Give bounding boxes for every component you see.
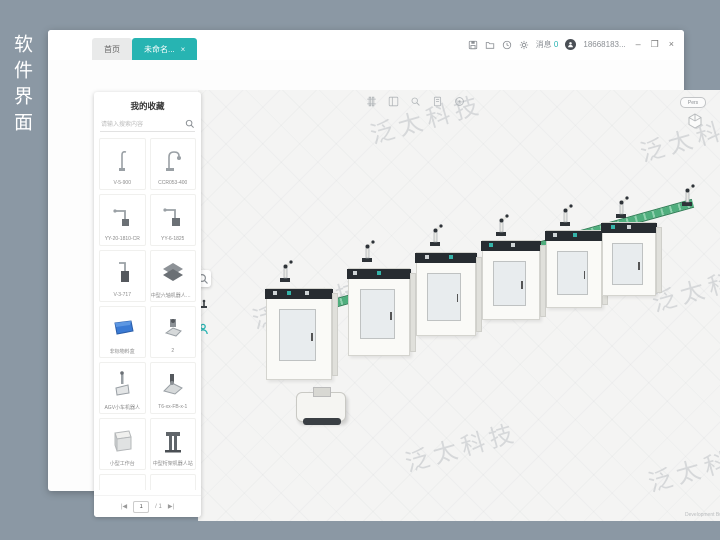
list-item[interactable]: CCR053-400: [150, 138, 197, 190]
user-avatar[interactable]: [565, 39, 576, 50]
part-thumb-icon: [160, 475, 186, 490]
list-item[interactable]: T6-xx-FB-x-1: [150, 362, 197, 414]
close-button[interactable]: ×: [669, 40, 674, 49]
viewport-3d[interactable]: 泛太科技 泛太科技 泛太科技 泛太科技 泛太科技 泛太科技 Pers: [198, 90, 720, 521]
search-icon[interactable]: [185, 119, 194, 128]
machine-station[interactable]: [602, 222, 656, 296]
save-icon[interactable]: [468, 40, 478, 50]
search-input[interactable]: 请输入搜索内容: [100, 117, 195, 132]
page-total-label: / 1: [155, 504, 162, 510]
panel-title: 我的收藏: [94, 92, 201, 117]
favorites-panel: 我的收藏 请输入搜索内容 V-5-900 CCR053-400 YY-20-18…: [94, 92, 201, 517]
favorites-grid: V-5-900 CCR053-400 YY-20-1810-CR YY-6-18…: [94, 138, 201, 490]
arm-vertical-thumb-icon: [111, 251, 133, 292]
material-bin-thumb-icon: [109, 307, 135, 348]
maximize-button[interactable]: ❐: [651, 40, 659, 49]
machine-station[interactable]: [546, 230, 602, 308]
last-page-button[interactable]: ▶|: [168, 503, 174, 510]
page-number-input[interactable]: [133, 501, 149, 513]
user-phone[interactable]: 18668183...: [583, 40, 625, 49]
robot-arm[interactable]: [676, 182, 700, 208]
list-item[interactable]: 2: [150, 306, 197, 358]
arm-l-thumb-icon: [161, 195, 185, 236]
first-page-button[interactable]: |◀: [121, 503, 127, 510]
base-plate-thumb-icon: [160, 251, 186, 292]
robot-arm[interactable]: [356, 238, 380, 264]
list-item[interactable]: AGV小车机器人: [99, 362, 146, 414]
dev-build-label: Development Build: [685, 512, 720, 518]
robot-arm[interactable]: [490, 212, 514, 238]
search-placeholder: 请输入搜索内容: [101, 119, 143, 128]
messages-count-badge: 0: [554, 40, 558, 49]
robot-arm[interactable]: [274, 258, 298, 284]
agv-thumb-icon: [111, 363, 133, 404]
messages-label[interactable]: 消息 0: [536, 39, 559, 50]
robot-hook-thumb-icon: [161, 139, 185, 180]
machine-station[interactable]: [266, 288, 332, 380]
tab-home[interactable]: 首页: [92, 38, 132, 60]
gantry-frame-thumb-icon: [161, 419, 185, 460]
list-item[interactable]: 小型工作台: [99, 418, 146, 470]
machine-station[interactable]: [416, 252, 476, 336]
app-window: 首页 未命名... × 消息 0 18668183... – ❐ × 泛太科技 …: [48, 30, 684, 491]
list-item[interactable]: 中型六轴机器人底座: [150, 250, 197, 302]
robot-arm[interactable]: [554, 202, 578, 228]
history-clock-icon[interactable]: [502, 40, 512, 50]
bracket-thumb-icon: [109, 475, 135, 490]
arm-l-thumb-icon: [110, 195, 134, 236]
titlebar-actions: 消息 0 18668183... – ❐ ×: [468, 39, 674, 50]
machine-station[interactable]: [348, 268, 410, 356]
machine-station[interactable]: [482, 240, 540, 320]
agv-robot[interactable]: [296, 392, 346, 422]
minimize-button[interactable]: –: [636, 40, 641, 49]
robot-arm[interactable]: [610, 194, 634, 220]
list-item[interactable]: YY-6-1825: [150, 194, 197, 246]
gear-icon[interactable]: [519, 40, 529, 50]
assembly-line-scene[interactable]: [198, 90, 720, 521]
gripper-machine-thumb-icon: [160, 307, 186, 348]
robot-arm[interactable]: [424, 222, 448, 248]
list-item[interactable]: 非标物料盒: [99, 306, 146, 358]
list-item[interactable]: V-5-900: [99, 138, 146, 190]
page-side-caption: 软件界面: [8, 34, 35, 138]
list-item[interactable]: 中型桁架机器人站: [150, 418, 197, 470]
workbench-thumb-icon: [109, 419, 135, 460]
tab-untitled[interactable]: 未命名... ×: [132, 38, 197, 60]
list-item[interactable]: V-3-717: [99, 250, 146, 302]
clamp-thumb-icon: [160, 363, 186, 404]
list-item[interactable]: [99, 474, 146, 490]
robot-arm-thumb-icon: [111, 139, 133, 180]
tab-close-icon[interactable]: ×: [181, 45, 186, 54]
list-item[interactable]: YY-20-1810-CR: [99, 194, 146, 246]
folder-icon[interactable]: [485, 40, 495, 50]
list-item[interactable]: [150, 474, 197, 490]
tab-bar: 首页 未命名... ×: [92, 38, 197, 60]
pagination-bar: |◀ / 1 ▶|: [94, 495, 201, 517]
window-titlebar: 首页 未命名... × 消息 0 18668183... – ❐ ×: [48, 30, 684, 60]
